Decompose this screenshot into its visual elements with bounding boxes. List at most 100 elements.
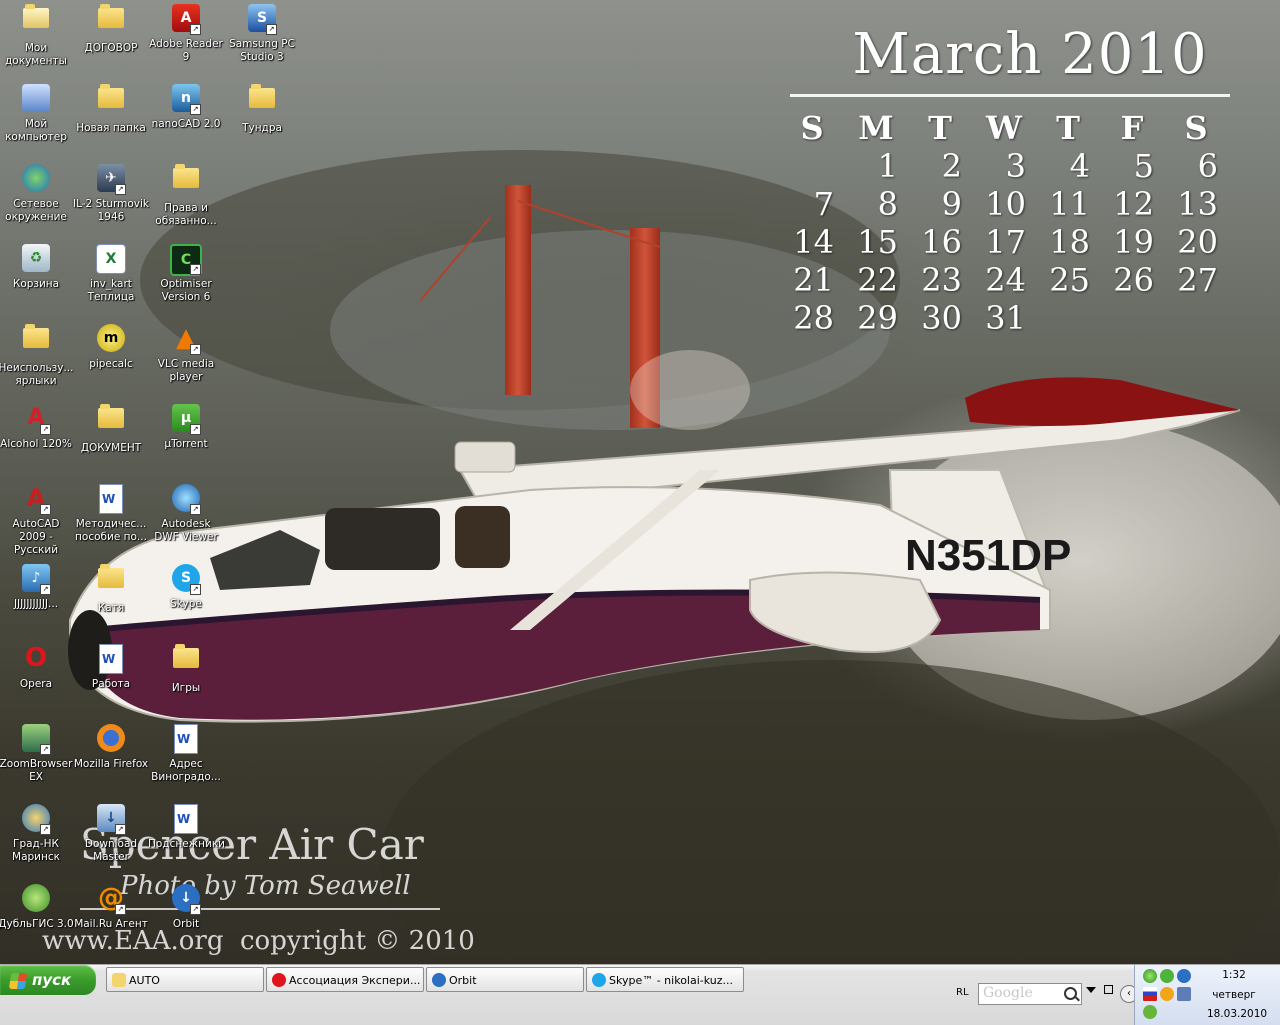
calendar-title: March 2010 (852, 22, 1208, 87)
desktop-icon-mailru-agent[interactable]: @ ↗ Mail.Ru Агент (73, 882, 149, 931)
desktop-icon-skype[interactable]: S ↗ Skype (148, 562, 224, 611)
desktop-icon-new-folder[interactable]: Новая папка (73, 82, 149, 135)
desktop-icon-podsnezhniki[interactable]: Подснежники (148, 802, 225, 851)
icq-tray-icon[interactable] (1143, 969, 1157, 983)
desktop-icon-nanocad[interactable]: n ↗ nanoCAD 2.0 (148, 82, 224, 131)
clock-day[interactable]: четверг (1199, 989, 1269, 1001)
desktop-icon-firefox[interactable]: Mozilla Firefox (73, 722, 149, 771)
calendar-empty-cell (780, 147, 844, 185)
desktop-icon-igry[interactable]: Игры (148, 642, 224, 695)
desktop-icon-label: Skype (170, 598, 202, 610)
desktop-icon-adres[interactable]: Адрес Виноградо... (148, 722, 224, 784)
calendar-day: 20 (1177, 223, 1218, 261)
desktop-icon-label: Adobe Reader 9 (149, 38, 223, 63)
start-button[interactable]: пуск (0, 965, 96, 995)
calendar-day: 13 (1177, 185, 1218, 223)
calendar-day: 26 (1113, 261, 1154, 299)
desktop-icon-label: JJJJJJJJJJJ... (13, 598, 59, 610)
desktop-icon-prava[interactable]: Права и обязанно... (148, 162, 224, 228)
desktop-icon-orbit[interactable]: ↓ ↗ Orbit (148, 882, 224, 931)
firefox-icon (97, 724, 125, 752)
toolbar-menu-arrow-icon[interactable] (1086, 987, 1096, 993)
calendar-day: 21 (793, 261, 834, 299)
calendar-day: 30 (921, 299, 962, 337)
desktop-icon-label: Тундра (242, 122, 282, 134)
desktop-icon-jjjj[interactable]: ♪ ↗ JJJJJJJJJJJ... (0, 562, 74, 611)
desktop-icon-label: Мои документы (5, 42, 67, 67)
calendar-day: 14 (793, 223, 834, 261)
desktop-icon-label: Opera (19, 678, 53, 690)
russian-flag-tray-icon[interactable] (1143, 987, 1157, 1001)
desktop-icon-network[interactable]: Сетевое окружение (0, 162, 74, 224)
shortcut-arrow-icon: ↗ (40, 744, 51, 755)
search-icon[interactable] (1064, 987, 1077, 1000)
shortcut-arrow-icon: ↗ (115, 904, 126, 915)
calendar-day: 9 (941, 185, 962, 223)
antivirus-tray-icon[interactable] (1160, 969, 1174, 983)
desktop-icon-my-documents[interactable]: Мои документы (0, 2, 74, 68)
calendar-day: 29 (857, 299, 898, 337)
clock-date[interactable]: 18.03.2010 (1199, 1008, 1275, 1020)
desktop-icon-label: pipecalc (89, 358, 133, 370)
desktop-icon-recycle-bin[interactable]: ♻ Корзина (0, 242, 74, 291)
desktop-icon-label: Права и обязанно... (155, 202, 217, 227)
desktop[interactable]: N351DP March 2010 S M T W T F S 1 2 3 4 5 6 7 8 9 10 11 12… (0, 0, 1280, 964)
desktop-icon-dwf-viewer[interactable]: ↗ Autodesk DWF Viewer (148, 482, 224, 544)
desktop-icon-label: Подснежники (148, 838, 225, 850)
calendar-day: 2 (941, 147, 962, 185)
desktop-icon-tundra[interactable]: Тундра (224, 82, 300, 135)
calendar-day: 11 (1049, 185, 1090, 223)
desktop-icon-il2[interactable]: ✈ ↗ IL-2 Sturmovik 1946 (73, 162, 149, 224)
desktop-icon-rabota[interactable]: Работа (73, 642, 149, 691)
desktop-icon-dokument[interactable]: ДОКУМЕНТ (73, 402, 149, 455)
desktop-icon-label: Методичес... пособие по... (75, 518, 147, 543)
desktop-icon-label: ДубльГИС 3.0 (0, 918, 74, 930)
desktop-icon-optimiser[interactable]: C ↗ Optimiser Version 6 (148, 242, 224, 304)
desktop-icon-opera[interactable]: O Opera (0, 642, 74, 691)
wallpaper-calendar: March 2010 S M T W T F S 1 2 3 4 5 6 7 8 9 10 11 12 13 14 15 1… (780, 20, 1240, 337)
network-tray-icon[interactable] (1177, 987, 1191, 1001)
desktop-icon-katya[interactable]: Катя (73, 562, 149, 615)
toolbar-restore-icon[interactable] (1104, 985, 1113, 994)
folder-icon (98, 404, 124, 428)
dublgis-tray-icon[interactable] (1143, 1005, 1157, 1019)
desktop-icon-dogovor[interactable]: ДОГОВОР (73, 2, 149, 55)
mailru-tray-icon[interactable] (1160, 987, 1174, 1001)
taskbar-button-skype[interactable]: Skype™ - nikolai-kuz... (586, 967, 744, 992)
shortcut-arrow-icon: ↗ (190, 264, 201, 275)
taskbar-button-opera[interactable]: Ассоциация Экспери... (266, 967, 424, 992)
desktop-icon-label: Alcohol 120% (0, 438, 72, 450)
desktop-icon-unused-shortcuts[interactable]: Неиспользу... ярлыки (0, 322, 74, 388)
calendar-weekday: S (1184, 109, 1208, 147)
desktop-icon-download-master[interactable]: ↓ ↗ Download Master (73, 802, 149, 864)
desktop-icon-autocad[interactable]: A ↗ AutoCAD 2009 - Русский (0, 482, 74, 557)
shortcut-arrow-icon: ↗ (190, 584, 201, 595)
desktop-icon-inv-kart[interactable]: X inv_kart Теплица (73, 242, 149, 304)
taskbar: пуск AUTO Ассоциация Экспери... Orbit Sk… (0, 964, 1280, 1025)
opera-icon (272, 973, 286, 987)
folder-icon (112, 973, 126, 987)
desktop-icon-vlc[interactable]: ▲ ↗ VLC media player (148, 322, 224, 384)
desktop-icon-label: AutoCAD 2009 - Русский (12, 518, 60, 556)
calendar-day: 16 (921, 223, 962, 261)
desktop-icon-zoombrowser[interactable]: ↗ ZoomBrowser EX (0, 722, 74, 784)
desktop-icon-my-computer[interactable]: Мой компьютер (0, 82, 74, 144)
folder-icon (23, 324, 49, 348)
shortcut-arrow-icon: ↗ (40, 824, 51, 835)
orbit-tray-icon[interactable] (1177, 969, 1191, 983)
folder-icon (98, 84, 124, 108)
clock-time[interactable]: 1:32 (1199, 969, 1269, 981)
desktop-icon-adobe-reader[interactable]: A ↗ Adobe Reader 9 (148, 2, 224, 64)
google-search-input[interactable]: Google (978, 983, 1082, 1005)
desktop-icon-dublgis[interactable]: ДубльГИС 3.0 (0, 882, 74, 931)
taskbar-button-auto[interactable]: AUTO (106, 967, 264, 992)
taskbar-button-orbit[interactable]: Orbit (426, 967, 584, 992)
language-indicator[interactable]: RL (956, 987, 969, 998)
word-document-icon (174, 804, 198, 834)
desktop-icon-metodich[interactable]: Методичес... пособие по... (73, 482, 149, 544)
desktop-icon-grad-nk[interactable]: ↗ Град-НК Маринск (0, 802, 74, 864)
desktop-icon-samsung-pc-studio[interactable]: S ↗ Samsung PC Studio 3 (224, 2, 300, 64)
desktop-icon-alcohol[interactable]: A ↗ Alcohol 120% (0, 402, 74, 451)
desktop-icon-utorrent[interactable]: µ ↗ µTorrent (148, 402, 224, 451)
desktop-icon-pipecalc[interactable]: m pipecalc (73, 322, 149, 371)
